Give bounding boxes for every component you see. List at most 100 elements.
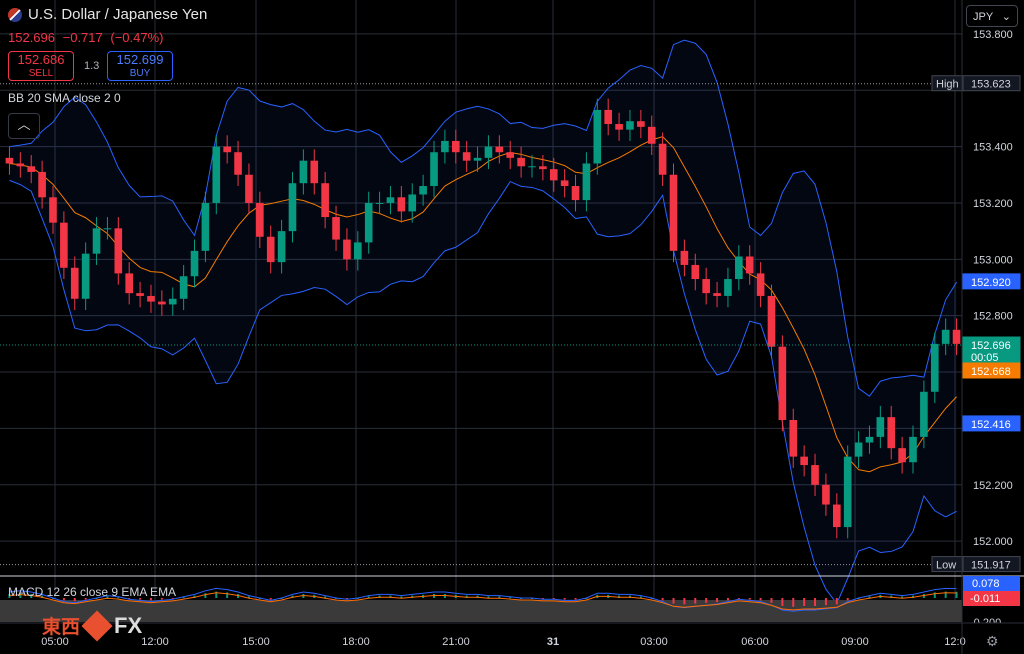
- macd-histogram-bar: [716, 598, 719, 602]
- candle-body: [887, 417, 896, 449]
- x-tick-label: 06:00: [741, 636, 769, 648]
- candle-body: [876, 417, 885, 437]
- candle-body: [397, 197, 406, 212]
- bollinger-legend[interactable]: BB 20 SMA close 2 0: [8, 91, 121, 105]
- candle-body: [451, 140, 460, 153]
- candle-body: [582, 163, 591, 201]
- macd-histogram-bar: [661, 598, 664, 601]
- candle-body: [386, 197, 395, 203]
- macd-histogram-bar: [846, 598, 849, 601]
- candle-body: [332, 217, 340, 240]
- macd-tag-value: 0.078: [972, 578, 1000, 590]
- y-tick-label: 152.000: [973, 536, 1013, 548]
- candle-body: [5, 157, 14, 164]
- candle-body: [702, 279, 710, 294]
- buy-button[interactable]: 152.699 BUY: [107, 51, 173, 81]
- candle-body: [256, 202, 264, 237]
- candle-body: [615, 124, 623, 130]
- candle-body: [114, 228, 123, 274]
- candle-body: [920, 391, 928, 437]
- candle-body: [234, 152, 242, 175]
- candle-body: [822, 484, 830, 505]
- price-quote: 152.696 −0.717 (−0.47%): [8, 30, 168, 45]
- macd-histogram-bar: [694, 598, 697, 604]
- price-tag-value: 152.920: [971, 277, 1011, 289]
- candle-body: [158, 301, 166, 305]
- price-tag-value: 153.623: [971, 79, 1011, 91]
- candle-body: [735, 256, 743, 280]
- macd-histogram-bar: [748, 598, 751, 600]
- candle-body: [245, 174, 253, 203]
- chevron-up-icon: ︿: [17, 117, 31, 132]
- brand-logo: 東西 FX: [42, 609, 142, 642]
- candle-body: [941, 329, 950, 344]
- price-change-pct: (−0.47%): [110, 30, 164, 45]
- macd-histogram-bar: [683, 598, 686, 605]
- macd-legend[interactable]: MACD 12 26 close 9 EMA EMA: [8, 585, 176, 599]
- candle-body: [125, 273, 134, 294]
- candle-body: [16, 163, 25, 167]
- macd-histogram-bar: [803, 598, 806, 606]
- x-tick-label: 18:00: [342, 636, 370, 648]
- candle-body: [27, 166, 36, 172]
- macd-histogram-bar: [770, 598, 773, 603]
- y-tick-label: 153.400: [973, 142, 1013, 154]
- candle-body: [38, 171, 46, 198]
- candle-body: [299, 160, 308, 184]
- candle-body: [223, 146, 231, 153]
- candle-body: [854, 442, 863, 457]
- candle-body: [81, 253, 90, 299]
- candle-body: [832, 504, 841, 528]
- candle-body: [147, 295, 155, 302]
- candle-body: [637, 121, 645, 127]
- macd-histogram-bar: [781, 598, 784, 606]
- gear-icon[interactable]: ⚙: [986, 633, 999, 650]
- candle-body: [778, 346, 787, 420]
- collapse-legend-button[interactable]: ︿: [8, 113, 40, 139]
- price-chart[interactable]: 152.000 152.200 152.800 153.000 153.200 153.4…: [0, 0, 1024, 654]
- macd-histogram-bar: [672, 598, 675, 604]
- chevron-down-icon: ⌄: [1001, 11, 1011, 23]
- symbol-name: U.S. Dollar / Japanese Yen: [28, 6, 208, 23]
- candle-body: [724, 279, 732, 296]
- macd-histogram-bar: [705, 598, 708, 603]
- candle-body: [441, 140, 449, 153]
- candle-body: [680, 250, 689, 265]
- candle-body: [495, 146, 504, 153]
- sell-price: 152.686: [17, 52, 65, 67]
- macd-histogram-bar: [204, 593, 207, 598]
- currency-select[interactable]: JPY ⌄: [966, 5, 1018, 27]
- candle-body: [277, 231, 286, 263]
- candle-body: [408, 194, 417, 212]
- x-tick-label: 15:00: [242, 636, 270, 648]
- candle-body: [571, 186, 580, 201]
- candle-body: [658, 143, 667, 175]
- sell-button[interactable]: 152.686 SELL: [8, 51, 74, 81]
- macd-histogram-bar: [792, 598, 795, 607]
- candle-body: [528, 166, 536, 168]
- candle-body: [593, 109, 602, 164]
- y-tick-label: 152.200: [973, 480, 1013, 492]
- candle-body: [745, 256, 754, 274]
- x-tick-label: 21:00: [442, 636, 470, 648]
- candle-body: [909, 436, 917, 463]
- candle-body: [60, 222, 68, 268]
- candle-body: [266, 236, 275, 263]
- candle-body: [930, 343, 939, 392]
- x-tick-label: 03:00: [640, 636, 668, 648]
- macd-histogram-bar: [824, 598, 827, 606]
- candle-body: [353, 242, 362, 260]
- macd-histogram-bar: [835, 598, 838, 605]
- candle-body: [103, 228, 112, 230]
- candle-body: [212, 146, 221, 203]
- candle-body: [430, 152, 438, 187]
- price-tag-value: 152.416: [971, 419, 1011, 431]
- candle-body: [811, 465, 819, 485]
- candle-body: [952, 329, 961, 344]
- candle-body: [288, 183, 297, 232]
- us-jp-flag-icon: [8, 7, 22, 22]
- candle-body: [506, 152, 515, 158]
- candle-body: [201, 202, 210, 251]
- candle-body: [343, 239, 351, 260]
- candle-body: [647, 126, 656, 144]
